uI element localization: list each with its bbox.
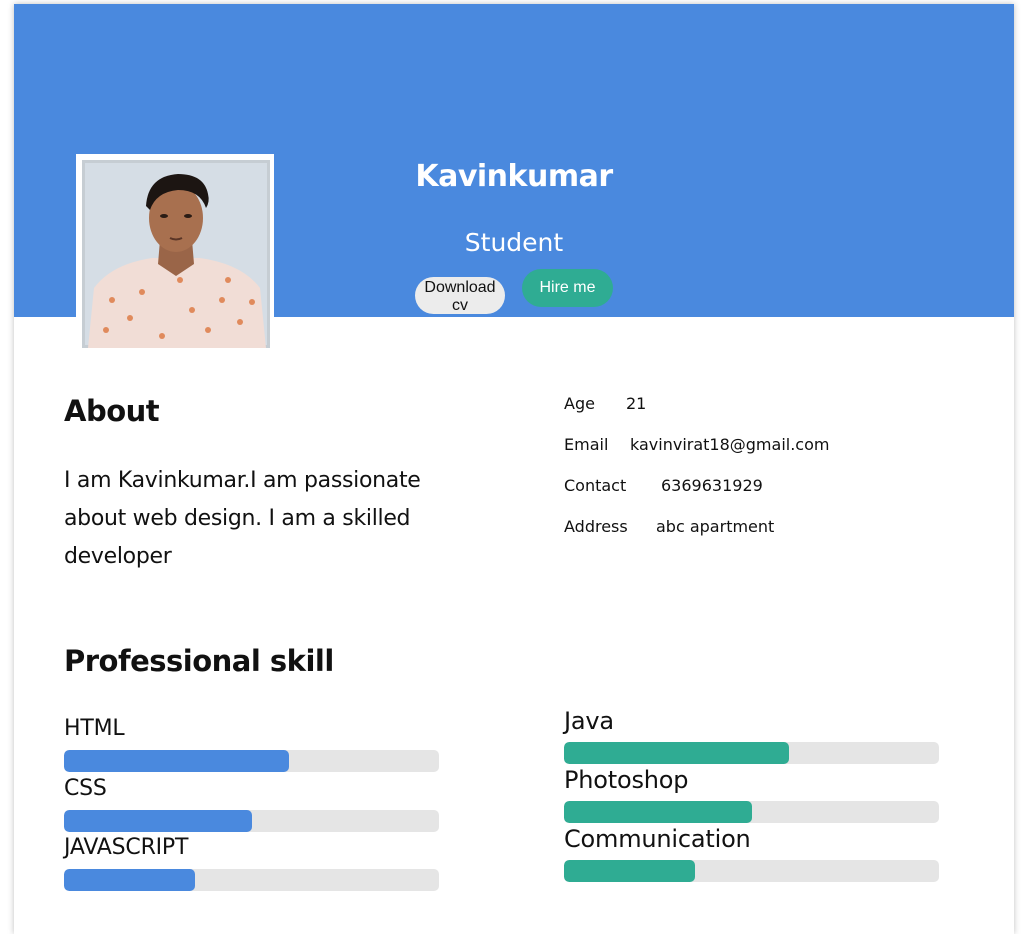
skill-label: Communication: [564, 825, 751, 853]
skill-bar-fill: [64, 869, 196, 891]
skill-bar-fill: [564, 801, 752, 823]
info-row-age: Age 21: [564, 394, 646, 413]
skill-bar-fill: [564, 742, 789, 764]
hire-me-button[interactable]: Hire me: [522, 269, 613, 307]
info-row-email: Email kavinvirat18@gmail.com: [564, 435, 829, 454]
skill-bar-fill: [564, 860, 696, 882]
skill-label: Photoshop: [564, 766, 689, 794]
profile-photo-frame: [76, 154, 274, 350]
skill-bar-track: [564, 860, 939, 882]
info-value: 21: [626, 394, 647, 413]
info-row-address: Address abc apartment: [564, 517, 774, 536]
download-cv-button[interactable]: Download cv: [415, 277, 505, 314]
info-label: Email: [564, 435, 609, 454]
about-heading: About: [64, 394, 160, 428]
info-label: Address: [564, 517, 628, 536]
info-value: abc apartment: [656, 517, 775, 536]
skill-bar-track: [564, 801, 939, 823]
skill-label: JAVASCRIPT: [64, 835, 189, 860]
info-value: kavinvirat18@gmail.com: [630, 435, 830, 454]
skills-heading: Professional skill: [64, 644, 334, 678]
avatar: [82, 160, 270, 348]
skill-bar-track: [64, 869, 439, 891]
about-text: I am Kavinkumar.I am passionate about we…: [64, 468, 421, 569]
info-value: 6369631929: [661, 476, 763, 495]
skill-bar-track: [64, 750, 439, 772]
skill-bar-track: [64, 810, 439, 832]
profile-card: Kavinkumar Student Download cv Hire me A…: [14, 4, 1014, 934]
skill-bar-fill: [64, 810, 252, 832]
profile-role: Student: [464, 228, 564, 257]
skill-label: Java: [564, 707, 614, 735]
info-label: Age: [564, 394, 595, 413]
skill-bar-track: [564, 742, 939, 764]
skill-bar-fill: [64, 750, 289, 772]
skill-label: CSS: [64, 776, 107, 801]
info-label: Contact: [564, 476, 627, 495]
profile-name: Kavinkumar: [415, 159, 613, 194]
info-row-contact: Contact 6369631929: [564, 476, 763, 495]
skill-label: HTML: [64, 716, 125, 741]
